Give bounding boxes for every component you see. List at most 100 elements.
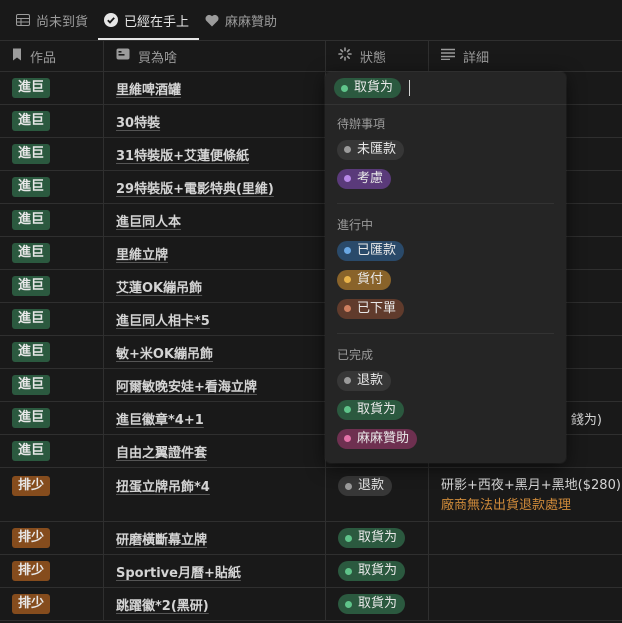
status-option-pill: 退款 bbox=[337, 370, 392, 391]
status-option[interactable]: 貨付 bbox=[337, 265, 554, 294]
cell-item[interactable]: 31特裝版+艾蓮便條紙 bbox=[104, 138, 326, 170]
dropdown-search[interactable]: 取貨为 bbox=[325, 72, 566, 105]
column-header-work[interactable]: 作品 bbox=[0, 41, 104, 71]
cell-status[interactable]: 退款 bbox=[326, 468, 429, 521]
cell-work[interactable]: 進巨 bbox=[0, 303, 104, 335]
check-circle-icon bbox=[104, 13, 119, 27]
cell-detail[interactable] bbox=[429, 522, 622, 554]
column-header-status[interactable]: 狀態 bbox=[326, 41, 429, 71]
tab-in-hand[interactable]: 已經在手上 bbox=[98, 0, 200, 40]
cell-detail[interactable] bbox=[429, 555, 622, 587]
status-dot bbox=[344, 276, 351, 283]
status-group-label: 已完成 bbox=[337, 347, 374, 362]
cell-detail[interactable]: 研影+西夜+黑月+黑地($280) 廠商無法出貨退款處理 bbox=[429, 468, 622, 521]
cell-item[interactable]: 進巨同人相卡*5 bbox=[104, 303, 326, 335]
cell-item[interactable]: 艾蓮OK繃吊飾 bbox=[104, 270, 326, 302]
cell-work[interactable]: 進巨 bbox=[0, 336, 104, 368]
table-icon bbox=[16, 13, 30, 27]
status-dot bbox=[344, 175, 351, 182]
column-label: 詳細 bbox=[463, 50, 490, 66]
cell-work[interactable]: 進巨 bbox=[0, 402, 104, 434]
status-dot bbox=[341, 84, 348, 92]
status-option[interactable]: 已下單 bbox=[337, 294, 554, 323]
status-dot bbox=[344, 305, 351, 312]
cell-status[interactable]: 取貨为 bbox=[326, 588, 429, 620]
status-option[interactable]: 退款 bbox=[337, 366, 554, 395]
cell-status[interactable]: 取貨为 bbox=[326, 522, 429, 554]
tab-label: 麻麻贊助 bbox=[225, 14, 278, 30]
view-tabs: 尚未到貨 已經在手上 麻麻贊助 bbox=[0, 0, 622, 40]
cell-work[interactable]: 進巨 bbox=[0, 435, 104, 467]
item-title: 里維立牌 bbox=[116, 247, 169, 263]
cell-work[interactable]: 進巨 bbox=[0, 369, 104, 401]
table-row: 排少 Sportive月曆+貼紙 取貨为 bbox=[0, 555, 622, 588]
status-option-label: 未匯款 bbox=[357, 141, 397, 157]
status-group: 進行中 已匯款 貨付 已下單 bbox=[325, 214, 566, 323]
detail-text-partial: 錢为) bbox=[570, 412, 602, 428]
cell-detail[interactable] bbox=[429, 588, 622, 620]
cell-work[interactable]: 進巨 bbox=[0, 171, 104, 203]
cell-item[interactable]: 扭蛋立牌吊飾*4 bbox=[104, 468, 326, 521]
cell-item[interactable]: 里維啤酒罐 bbox=[104, 72, 326, 104]
cell-work[interactable]: 進巨 bbox=[0, 138, 104, 170]
work-tag: 進巨 bbox=[12, 309, 51, 329]
cell-work[interactable]: 進巨 bbox=[0, 72, 104, 104]
status-option[interactable]: 取貨为 bbox=[337, 395, 554, 424]
item-title: 跳躍徽*2(黑研) bbox=[116, 598, 209, 614]
item-title: 扭蛋立牌吊飾*4 bbox=[116, 480, 210, 495]
tab-mom-sponsor[interactable]: 麻麻贊助 bbox=[199, 0, 287, 40]
item-title: 30特裝 bbox=[116, 115, 161, 131]
cell-work[interactable]: 排少 bbox=[0, 468, 104, 521]
cell-item[interactable]: 自由之翼證件套 bbox=[104, 435, 326, 467]
status-option[interactable]: 考慮 bbox=[337, 164, 554, 193]
cell-work[interactable]: 排少 bbox=[0, 555, 104, 587]
dropdown-divider bbox=[337, 203, 554, 204]
cell-item[interactable]: 敏+米OK繃吊飾 bbox=[104, 336, 326, 368]
status-dot bbox=[345, 534, 352, 542]
dropdown-spacer bbox=[325, 105, 566, 113]
cell-work[interactable]: 進巨 bbox=[0, 237, 104, 269]
status-option-label: 退款 bbox=[357, 372, 384, 388]
column-header-item[interactable]: 買為啥 bbox=[104, 41, 326, 71]
status-option[interactable]: 麻麻贊助 bbox=[337, 424, 554, 453]
status-pill: 取貨为 bbox=[338, 561, 406, 581]
status-pill: 退款 bbox=[338, 476, 393, 496]
selected-status-pill[interactable]: 取貨为 bbox=[334, 78, 402, 98]
cell-item[interactable]: 29特裝版+電影特典(里維) bbox=[104, 171, 326, 203]
status-option-label: 已下單 bbox=[357, 300, 397, 316]
cell-status[interactable]: 取貨为 bbox=[326, 555, 429, 587]
detail-line: 研影+西夜+黑月+黑地($280) bbox=[441, 478, 621, 493]
status-option-pill: 未匯款 bbox=[337, 139, 405, 160]
status-dot bbox=[345, 600, 352, 608]
work-tag: 進巨 bbox=[12, 276, 51, 296]
status-option-pill: 麻麻贊助 bbox=[337, 428, 418, 449]
item-title: 進巨徽章*4+1 bbox=[116, 412, 204, 428]
status-option[interactable]: 未匯款 bbox=[337, 135, 554, 164]
cell-work[interactable]: 進巨 bbox=[0, 270, 104, 302]
cell-item[interactable]: 跳躍徽*2(黑研) bbox=[104, 588, 326, 620]
item-title: 研磨橫斷幕立牌 bbox=[116, 532, 208, 548]
item-title: 艾蓮OK繃吊飾 bbox=[116, 280, 203, 296]
table-row: 排少 跳躍徽*2(黑研) 取貨为 bbox=[0, 588, 622, 621]
text-caret bbox=[409, 80, 411, 96]
cell-work[interactable]: 排少 bbox=[0, 522, 104, 554]
column-header-detail[interactable]: 詳細 bbox=[429, 41, 622, 71]
cell-item[interactable]: Sportive月曆+貼紙 bbox=[104, 555, 326, 587]
status-option-pill: 已下單 bbox=[337, 298, 405, 319]
status-option[interactable]: 已匯款 bbox=[337, 236, 554, 265]
cell-item[interactable]: 研磨橫斷幕立牌 bbox=[104, 522, 326, 554]
cell-work[interactable]: 進巨 bbox=[0, 204, 104, 236]
tab-not-arrived[interactable]: 尚未到貨 bbox=[10, 0, 98, 40]
cell-item[interactable]: 里維立牌 bbox=[104, 237, 326, 269]
cell-work[interactable]: 進巨 bbox=[0, 105, 104, 137]
cell-item[interactable]: 30特裝 bbox=[104, 105, 326, 137]
cell-item[interactable]: 進巨徽章*4+1 bbox=[104, 402, 326, 434]
work-tag: 排少 bbox=[12, 528, 51, 548]
status-dot bbox=[344, 146, 351, 153]
work-tag: 進巨 bbox=[12, 342, 51, 362]
status-option-pill: 考慮 bbox=[337, 168, 392, 189]
cell-item[interactable]: 阿爾敏晚安娃+看海立牌 bbox=[104, 369, 326, 401]
cell-item[interactable]: 進巨同人本 bbox=[104, 204, 326, 236]
cell-work[interactable]: 排少 bbox=[0, 588, 104, 620]
status-label: 取貨为 bbox=[358, 563, 398, 578]
